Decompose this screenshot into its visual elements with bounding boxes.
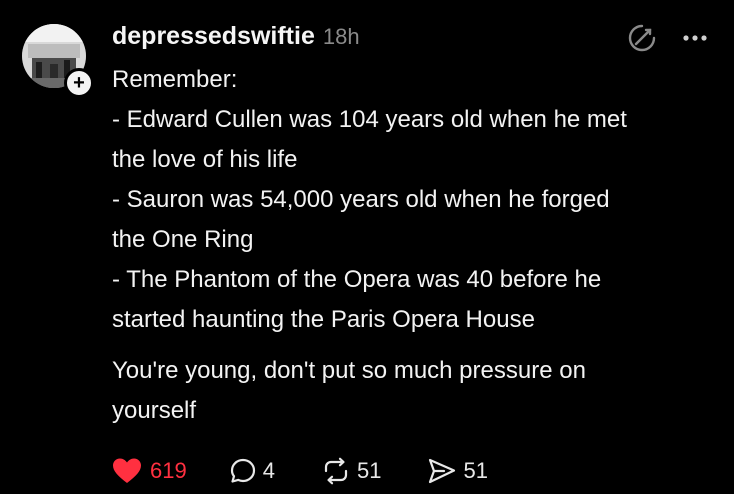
post-line: started haunting the Paris Opera House xyxy=(112,306,535,333)
post-line: the love of his life xyxy=(112,146,298,173)
timestamp: 18h xyxy=(322,24,360,49)
reply-button[interactable]: 4 xyxy=(229,457,275,485)
post-header: depressedswiftie 18h xyxy=(112,22,360,54)
more-icon[interactable] xyxy=(678,28,712,48)
post-line: the One Ring xyxy=(112,226,254,253)
post-line: - The Phantom of the Opera was 40 before… xyxy=(112,266,602,293)
post-line: yourself xyxy=(112,397,197,424)
post-line: Remember: xyxy=(112,66,238,93)
repost-button[interactable]: 51 xyxy=(321,457,381,485)
share-icon xyxy=(429,458,456,484)
post-line: - Edward Cullen was 104 years old when h… xyxy=(112,106,627,133)
post: + depressedswiftie 18h Remember: - Edwar… xyxy=(0,0,734,494)
post-line: You're young, don't put so much pressure… xyxy=(112,357,586,384)
heart-icon xyxy=(113,458,141,483)
reply-count: 4 xyxy=(262,458,275,483)
like-button[interactable]: 619 xyxy=(112,457,187,485)
translate-icon[interactable] xyxy=(626,22,658,54)
share-button[interactable]: 51 xyxy=(427,457,488,485)
share-count: 51 xyxy=(463,458,488,483)
like-count: 619 xyxy=(150,458,187,483)
repost-count: 51 xyxy=(356,458,382,483)
follow-button[interactable]: + xyxy=(64,68,94,98)
post-body: Remember: - Edward Cullen was 104 years … xyxy=(112,60,717,431)
post-line: - Sauron was 54,000 years old when he fo… xyxy=(112,186,610,213)
action-bar: 619 4 51 51 xyxy=(112,455,488,487)
repost-icon xyxy=(324,457,348,485)
username[interactable]: depressedswiftie xyxy=(112,22,315,51)
reply-icon xyxy=(230,458,255,483)
